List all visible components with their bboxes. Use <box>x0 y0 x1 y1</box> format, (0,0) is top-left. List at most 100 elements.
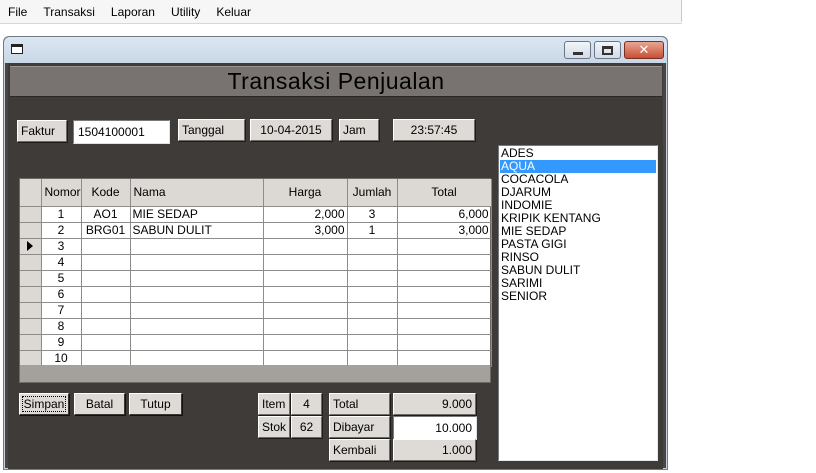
window-system-icon[interactable] <box>11 44 23 54</box>
cell-harga[interactable] <box>263 254 348 271</box>
cell-kode[interactable]: BRG01 <box>81 222 131 239</box>
cell-harga[interactable] <box>263 334 348 351</box>
row-selector[interactable] <box>20 286 42 303</box>
menu-utility[interactable]: Utility <box>170 5 201 19</box>
table-row[interactable]: 1 AO1 MIE SEDAP 2,000 3 6,000 <box>20 206 492 223</box>
product-listbox[interactable]: ADES AQUA COCACOLA DJARUM INDOMIE KRIPIK KENT… <box>498 145 658 461</box>
column-header-nomor[interactable]: Nomor <box>41 179 82 207</box>
column-header-total[interactable]: Total <box>397 179 492 207</box>
column-header-jumlah[interactable]: Jumlah <box>347 179 398 207</box>
cell-jumlah[interactable] <box>347 286 398 303</box>
cell-jumlah[interactable]: 3 <box>347 206 398 223</box>
cell-kode[interactable] <box>81 286 131 303</box>
cell-nama[interactable] <box>130 350 264 367</box>
cell-harga[interactable] <box>263 270 348 287</box>
row-selector[interactable] <box>20 302 42 319</box>
cell-nama[interactable]: SABUN DULIT <box>130 222 264 239</box>
cell-total[interactable] <box>397 350 492 367</box>
row-selector[interactable] <box>20 222 42 239</box>
batal-button[interactable]: Batal <box>74 393 125 415</box>
row-selector[interactable] <box>20 254 42 271</box>
cell-nomor[interactable]: 7 <box>41 302 82 319</box>
cell-nomor[interactable]: 3 <box>41 238 82 255</box>
close-button[interactable]: ✕ <box>624 41 664 59</box>
cell-harga[interactable]: 2,000 <box>263 206 348 223</box>
cell-nama[interactable] <box>130 286 264 303</box>
cell-total[interactable] <box>397 318 492 335</box>
transaction-grid[interactable]: Nomor Kode Nama Harga Jumlah Total 1 AO1 M… <box>19 178 492 383</box>
table-row[interactable]: 4 <box>20 254 492 271</box>
cell-kode[interactable] <box>81 350 131 367</box>
cell-nomor[interactable]: 5 <box>41 270 82 287</box>
cell-total[interactable] <box>397 334 492 351</box>
cell-harga[interactable] <box>263 238 348 255</box>
cell-harga[interactable] <box>263 286 348 303</box>
tutup-button[interactable]: Tutup <box>129 393 182 415</box>
column-header-nama[interactable]: Nama <box>130 179 264 207</box>
table-row[interactable]: 3 <box>20 238 492 255</box>
cell-kode[interactable] <box>81 254 131 271</box>
row-selector[interactable] <box>20 270 42 287</box>
maximize-button[interactable] <box>594 41 621 59</box>
cell-jumlah[interactable] <box>347 302 398 319</box>
cell-harga[interactable] <box>263 350 348 367</box>
cell-kode[interactable] <box>81 334 131 351</box>
cell-total[interactable] <box>397 270 492 287</box>
cell-nama[interactable] <box>130 334 264 351</box>
cell-nomor[interactable]: 2 <box>41 222 82 239</box>
cell-kode[interactable] <box>81 270 131 287</box>
faktur-field[interactable]: 1504100001 <box>73 120 170 144</box>
minimize-button[interactable] <box>564 41 591 59</box>
cell-harga[interactable]: 3,000 <box>263 222 348 239</box>
cell-nomor[interactable]: 8 <box>41 318 82 335</box>
cell-total[interactable]: 3,000 <box>397 222 492 239</box>
cell-total[interactable]: 6,000 <box>397 206 492 223</box>
cell-kode[interactable] <box>81 238 131 255</box>
table-row[interactable]: 9 <box>20 334 492 351</box>
table-row[interactable]: 8 <box>20 318 492 335</box>
column-header-kode[interactable]: Kode <box>81 179 131 207</box>
cell-nama[interactable] <box>130 270 264 287</box>
row-selector[interactable] <box>20 350 42 367</box>
row-selector[interactable] <box>20 334 42 351</box>
cell-jumlah[interactable] <box>347 350 398 367</box>
cell-nama[interactable] <box>130 254 264 271</box>
cell-jumlah[interactable]: 1 <box>347 222 398 239</box>
table-row[interactable]: 6 <box>20 286 492 303</box>
menu-transaksi[interactable]: Transaksi <box>42 5 96 19</box>
cell-nomor[interactable]: 1 <box>41 206 82 223</box>
cell-total[interactable] <box>397 254 492 271</box>
cell-jumlah[interactable] <box>347 270 398 287</box>
cell-harga[interactable] <box>263 318 348 335</box>
cell-total[interactable] <box>397 302 492 319</box>
cell-nomor[interactable]: 9 <box>41 334 82 351</box>
simpan-button[interactable]: Simpan <box>19 393 69 415</box>
table-row[interactable]: 7 <box>20 302 492 319</box>
dibayar-field[interactable]: 10.000 <box>393 416 477 440</box>
table-row[interactable]: 5 <box>20 270 492 287</box>
table-row[interactable]: 10 <box>20 350 492 367</box>
row-selector[interactable] <box>20 318 42 335</box>
cell-nama[interactable] <box>130 302 264 319</box>
cell-kode[interactable] <box>81 318 131 335</box>
cell-jumlah[interactable] <box>347 318 398 335</box>
row-selector[interactable] <box>20 206 42 223</box>
cell-total[interactable] <box>397 286 492 303</box>
cell-nama[interactable] <box>130 238 264 255</box>
cell-jumlah[interactable] <box>347 254 398 271</box>
menu-keluar[interactable]: Keluar <box>215 5 252 19</box>
cell-nomor[interactable]: 4 <box>41 254 82 271</box>
cell-kode[interactable] <box>81 302 131 319</box>
cell-jumlah[interactable] <box>347 238 398 255</box>
column-header-harga[interactable]: Harga <box>263 179 348 207</box>
cell-total[interactable] <box>397 238 492 255</box>
menu-laporan[interactable]: Laporan <box>110 5 156 19</box>
cell-harga[interactable] <box>263 302 348 319</box>
cell-nomor[interactable]: 6 <box>41 286 82 303</box>
cell-jumlah[interactable] <box>347 334 398 351</box>
menu-file[interactable]: File <box>7 5 28 19</box>
list-item[interactable]: SENIOR <box>500 290 656 303</box>
window-titlebar[interactable]: ✕ <box>4 37 667 63</box>
cell-nama[interactable]: MIE SEDAP <box>130 206 264 223</box>
row-selector[interactable] <box>20 238 42 255</box>
